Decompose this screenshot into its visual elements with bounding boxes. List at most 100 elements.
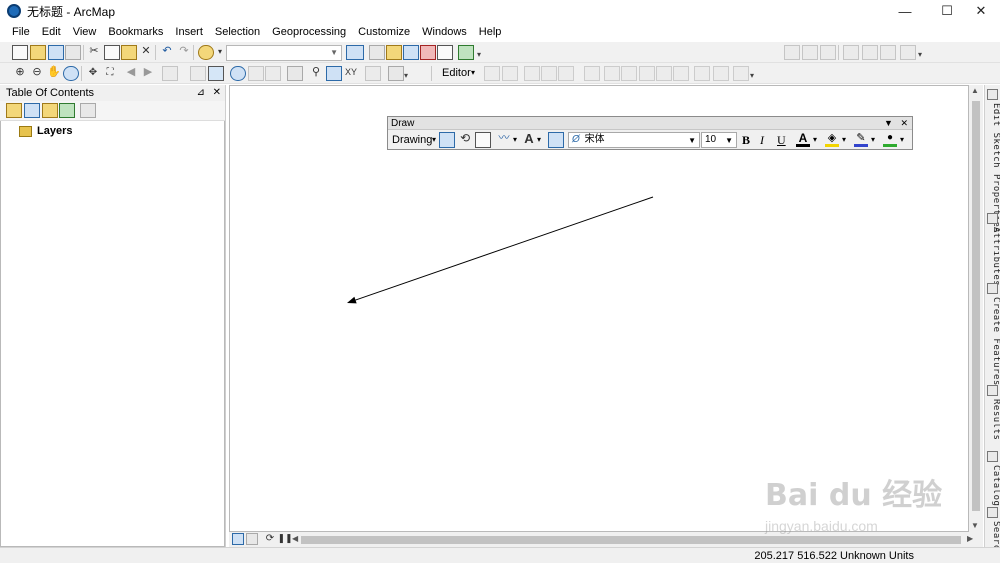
vertex-icon[interactable] xyxy=(862,45,878,60)
menu-view[interactable]: View xyxy=(67,22,103,42)
pan-hand-icon[interactable]: ✋ xyxy=(46,66,62,81)
chevron-down-icon[interactable]: ▾ xyxy=(432,132,436,148)
dock-tab-create-features[interactable]: Create Features xyxy=(985,297,1000,386)
vertical-scroll-thumb[interactable] xyxy=(972,101,980,511)
layout-view-icon[interactable] xyxy=(246,533,258,545)
menu-bookmarks[interactable]: Bookmarks xyxy=(102,22,169,42)
toc-close-icon[interactable]: ✕ xyxy=(213,87,221,98)
pause-drawing-icon[interactable]: ❚❚ xyxy=(277,532,293,547)
fixed-zoom-in-icon[interactable]: ✥ xyxy=(85,66,101,81)
chevron-down-icon[interactable]: ▾ xyxy=(471,68,475,77)
draw-toolbar-window[interactable]: Draw ▼ ✕ Drawing ▾ ⟲ 〰 ▾ A ▾ Ø 宋体 ▼ 10 ▼… xyxy=(387,116,913,150)
catalog-window-icon[interactable] xyxy=(386,45,402,60)
menu-selection[interactable]: Selection xyxy=(209,22,266,42)
menu-customize[interactable]: Customize xyxy=(352,22,416,42)
scroll-left-icon[interactable]: ◀ xyxy=(292,534,298,543)
straight-segment-icon[interactable] xyxy=(802,45,818,60)
font-color-button[interactable]: A xyxy=(796,132,810,148)
sketch-properties-icon[interactable] xyxy=(694,66,710,81)
chevron-down-icon[interactable]: ▾ xyxy=(813,132,817,148)
create-viewer-window-icon[interactable] xyxy=(388,66,404,81)
cut-icon[interactable]: ✂ xyxy=(86,45,102,60)
edit-vertices-icon[interactable] xyxy=(548,132,564,148)
split-tool-icon[interactable] xyxy=(639,66,655,81)
vertical-scrollbar[interactable]: ▲ ▼ xyxy=(969,85,983,532)
redo-icon[interactable]: ↷ xyxy=(176,45,192,60)
edit-vertices-icon[interactable] xyxy=(584,66,600,81)
zoom-out-icon[interactable]: ⊖ xyxy=(29,66,45,81)
scroll-right-icon[interactable]: ▶ xyxy=(967,534,973,543)
fixed-zoom-out-icon[interactable]: ⛶ xyxy=(102,66,118,81)
trace-tool-icon[interactable] xyxy=(784,45,800,60)
paste-icon[interactable] xyxy=(121,45,137,60)
refresh-icon[interactable]: ⟳ xyxy=(262,532,278,547)
list-by-source-icon[interactable] xyxy=(24,103,40,118)
toc-options-icon[interactable] xyxy=(80,103,96,118)
marker-color-button[interactable]: ● xyxy=(883,132,897,148)
editing-options-icon[interactable] xyxy=(733,66,749,81)
list-by-visibility-icon[interactable] xyxy=(42,103,58,118)
minimize-button[interactable]: — xyxy=(886,0,924,22)
maximize-button[interactable]: ☐ xyxy=(928,0,966,22)
menu-insert[interactable]: Insert xyxy=(169,22,209,42)
arctoolbox-icon[interactable] xyxy=(420,45,436,60)
table-of-contents-icon[interactable] xyxy=(369,45,385,60)
sketch-properties-icon[interactable] xyxy=(900,45,916,60)
toolbar-options-icon[interactable]: ▾ xyxy=(918,50,925,60)
forward-extent-icon[interactable]: ▶ xyxy=(140,66,156,81)
end-point-arc-icon[interactable] xyxy=(541,66,557,81)
hyperlink-icon[interactable] xyxy=(248,66,264,81)
attributes-icon[interactable] xyxy=(673,66,689,81)
rotate-icon[interactable]: ⟲ xyxy=(457,132,473,148)
arc-segment-icon[interactable] xyxy=(820,45,836,60)
data-view-icon[interactable] xyxy=(232,533,244,545)
toolbar-options-icon[interactable]: ▾ xyxy=(477,50,484,60)
drawn-arrow-line[interactable] xyxy=(355,196,654,301)
chevron-down-icon[interactable]: ▾ xyxy=(842,132,846,148)
draw-toolbar-menu-icon[interactable]: ▼ xyxy=(884,118,893,128)
editor-toolbar-icon[interactable] xyxy=(346,45,364,60)
select-elements-arrow-icon[interactable] xyxy=(439,132,455,148)
list-by-selection-icon[interactable] xyxy=(59,103,75,118)
delete-icon[interactable]: ✕ xyxy=(138,45,154,60)
construction-tools-icon[interactable] xyxy=(558,66,574,81)
search-window-icon[interactable] xyxy=(403,45,419,60)
zoom-in-icon[interactable]: ⊕ xyxy=(12,66,28,81)
dock-tab-attributes[interactable]: Attributes xyxy=(985,227,1000,286)
zoom-to-selected-elements-icon[interactable] xyxy=(475,132,491,148)
scroll-up-icon[interactable]: ▲ xyxy=(971,86,979,95)
line-tool-icon[interactable]: 〰 xyxy=(496,132,512,148)
measure-icon[interactable] xyxy=(287,66,303,81)
rotate-tool-icon[interactable] xyxy=(656,66,672,81)
edit-tool-icon[interactable] xyxy=(484,66,500,81)
html-popup-icon[interactable] xyxy=(265,66,281,81)
save-icon[interactable] xyxy=(48,45,64,60)
dock-tab-results[interactable]: Results xyxy=(985,399,1000,440)
text-tool-icon[interactable]: A xyxy=(522,132,536,148)
create-features-icon[interactable] xyxy=(713,66,729,81)
close-button[interactable]: ✕ xyxy=(962,0,1000,22)
menu-edit[interactable]: Edit xyxy=(36,22,67,42)
underline-button[interactable]: U xyxy=(777,132,786,148)
straight-segment-icon[interactable] xyxy=(524,66,540,81)
select-elements-arrow-icon[interactable] xyxy=(208,66,224,81)
chevron-down-icon[interactable]: ▾ xyxy=(513,132,517,148)
find-route-icon[interactable] xyxy=(326,66,342,81)
dock-tab-catalog[interactable]: Catalog xyxy=(985,465,1000,506)
line-color-button[interactable]: ✎ xyxy=(854,132,868,148)
drawing-menu[interactable]: Drawing xyxy=(392,132,432,148)
toolbar-options-icon[interactable]: ▾ xyxy=(404,71,411,81)
time-slider-icon[interactable] xyxy=(365,66,381,81)
chevron-down-icon[interactable]: ▾ xyxy=(871,132,875,148)
font-size-combo[interactable]: 10 ▼ xyxy=(701,132,737,148)
list-by-drawing-order-icon[interactable] xyxy=(6,103,22,118)
menu-file[interactable]: File xyxy=(6,22,36,42)
reshape-feature-icon[interactable] xyxy=(604,66,620,81)
angle-icon[interactable] xyxy=(843,45,859,60)
new-document-icon[interactable] xyxy=(12,45,28,60)
find-binoculars-icon[interactable]: ⚲ xyxy=(308,66,324,81)
fill-color-button[interactable]: ◈ xyxy=(825,132,839,148)
model-builder-icon[interactable] xyxy=(458,45,474,60)
pin-icon[interactable]: ⊿ xyxy=(196,87,204,98)
menu-geoprocessing[interactable]: Geoprocessing xyxy=(266,22,352,42)
